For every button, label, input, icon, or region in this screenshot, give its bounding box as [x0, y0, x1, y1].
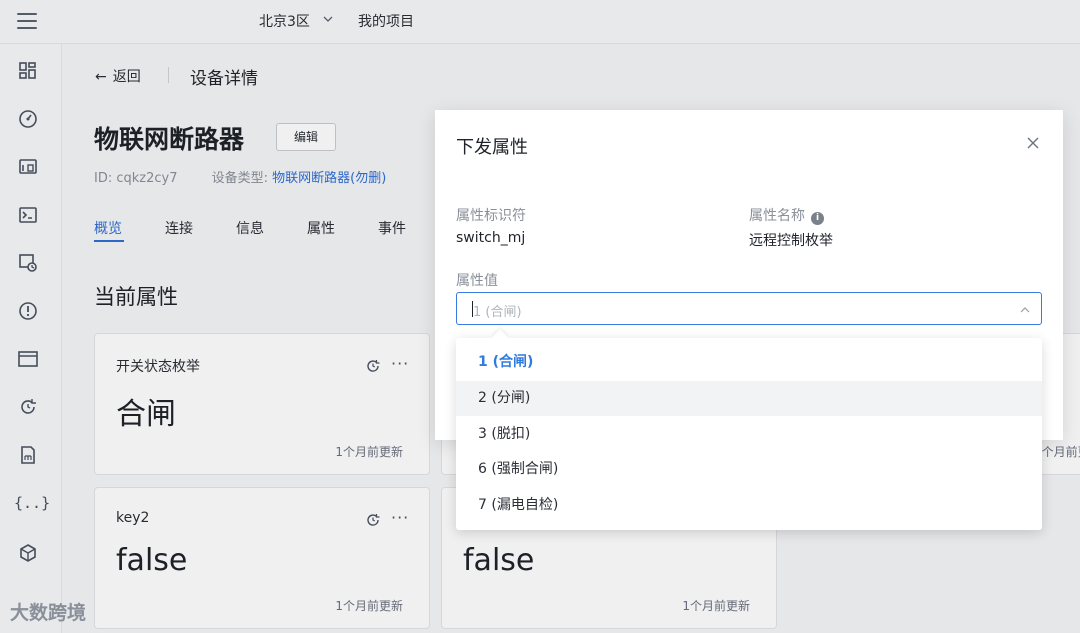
dropdown-option[interactable]: 6 (强制合闸) — [456, 452, 1042, 487]
property-name-value: 远程控制枚举 — [749, 233, 833, 249]
identifier-label: 属性标识符 — [456, 208, 526, 224]
property-name-label-text: 属性名称 — [749, 208, 805, 224]
close-icon[interactable] — [1025, 135, 1041, 151]
dropdown-option[interactable]: 2 (分闸) — [456, 381, 1042, 416]
dialog-title: 下发属性 — [456, 137, 528, 158]
chevron-up-icon[interactable] — [1019, 304, 1031, 316]
dropdown-option[interactable]: 3 (脱扣) — [456, 417, 1042, 452]
property-name-label: 属性名称 i — [749, 205, 824, 225]
dropdown-option[interactable]: 7 (漏电自检) — [456, 488, 1042, 523]
identifier-value: switch_mj — [456, 230, 526, 246]
value-dropdown: 1 (合闸) 2 (分闸) 3 (脱扣) 6 (强制合闸) 7 (漏电自检) — [456, 329, 1042, 530]
watermark: 大数跨境 — [10, 602, 87, 624]
property-value-select[interactable]: 1 (合闸) — [456, 292, 1042, 325]
info-icon[interactable]: i — [811, 212, 824, 225]
value-label: 属性值 — [456, 273, 498, 289]
select-placeholder: 1 (合闸) — [473, 305, 522, 320]
dropdown-option[interactable]: 1 (合闸) — [456, 345, 1042, 380]
